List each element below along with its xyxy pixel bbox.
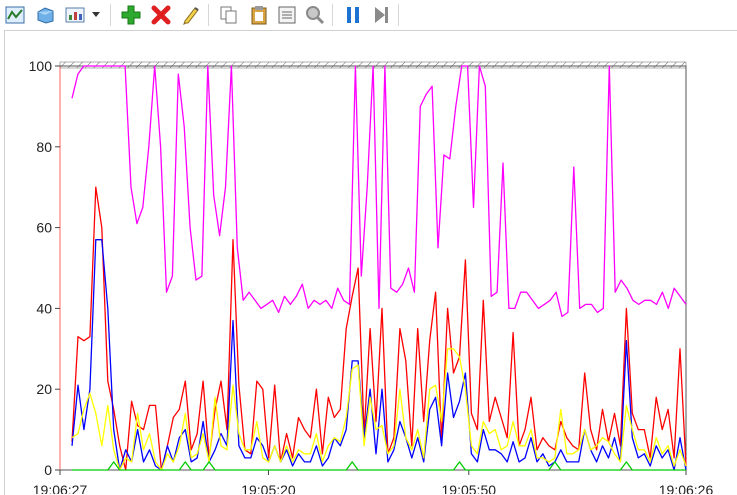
plot-area [59, 65, 687, 471]
y-tick-label: 100 [29, 58, 53, 74]
x-tick-label: 19:06:27 [33, 482, 88, 494]
y-tick-label: 40 [36, 300, 52, 316]
x-tick-label: 19:06:26 [659, 482, 714, 494]
x-tick-label: 19:05:50 [442, 482, 497, 494]
y-tick-label: 0 [44, 462, 52, 478]
series-line-0 [71, 65, 687, 318]
performance-line-chart: 0 20 40 60 80 100 19:06:27 19:05:20 19:05:50 19:0… [29, 58, 714, 494]
y-tick-label: 80 [36, 139, 52, 155]
x-tick-label: 19:05:20 [241, 482, 296, 494]
y-tick-label: 60 [36, 220, 52, 236]
y-tick-label: 20 [36, 381, 52, 397]
